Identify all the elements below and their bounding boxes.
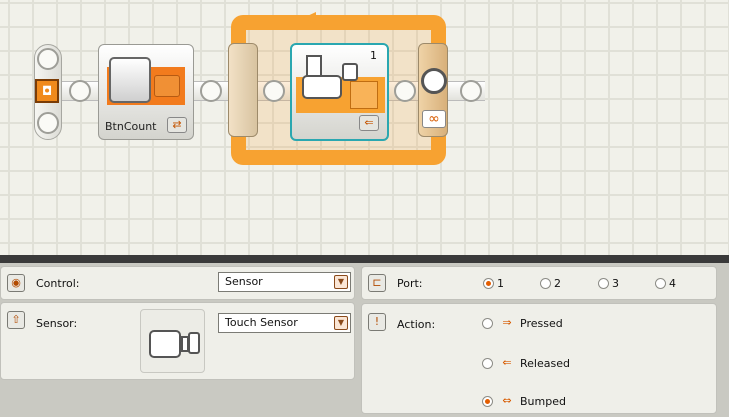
panel-separator <box>0 255 729 263</box>
data-plug-icon <box>350 81 378 109</box>
loop-arrow-icon <box>303 12 316 24</box>
chevron-down-icon: ▼ <box>334 316 348 330</box>
control-row: ◉ Control: Sensor ▼ <box>0 266 355 300</box>
hourglass-icon <box>306 55 322 77</box>
action-label: Action: <box>397 318 436 331</box>
variable-block[interactable]: BtnCount ⇄ <box>98 44 194 140</box>
start-icon[interactable]: ◘ <box>35 79 59 103</box>
sensor-label: Sensor: <box>36 317 78 330</box>
connector-ring <box>200 80 222 102</box>
briefcase-icon <box>109 57 151 103</box>
port-radio-2[interactable] <box>540 278 551 289</box>
sensor-tip-icon <box>188 332 200 354</box>
connector-ring <box>394 80 416 102</box>
connector-ring <box>69 80 91 102</box>
action-radio-bumped[interactable] <box>482 396 493 407</box>
control-dropdown-value: Sensor <box>225 275 263 288</box>
action-row: ! Action: ⇒ Pressed ⇐ Released ⇔ Bumped <box>361 303 717 414</box>
touch-sensor-icon <box>149 330 181 358</box>
chevron-down-icon: ▼ <box>334 275 348 289</box>
touch-sensor-thumbnail <box>140 309 205 373</box>
sensor-arrow-icon: ⇧ <box>7 311 25 329</box>
bumped-icon: ⇔ <box>502 394 512 407</box>
wait-action-icon: ⇐ <box>359 115 379 131</box>
port-option-4: 4 <box>669 277 676 290</box>
program-canvas[interactable]: ◘ BtnCount ⇄ 1 ⇐ ∞ <box>0 0 729 255</box>
data-plug-icon <box>154 75 180 97</box>
action-option-pressed: Pressed <box>520 317 563 330</box>
released-icon: ⇐ <box>502 356 512 369</box>
loop-end-cap[interactable]: ∞ <box>418 43 448 137</box>
connector-ring <box>460 80 482 102</box>
read-write-icon: ⇄ <box>167 117 187 133</box>
connector-ring <box>37 48 59 70</box>
connector-ring <box>37 112 59 134</box>
port-radio-1[interactable] <box>483 278 494 289</box>
action-radio-released[interactable] <box>482 358 493 369</box>
wait-block[interactable]: 1 ⇐ <box>290 43 389 141</box>
variable-block-label: BtnCount <box>105 120 157 133</box>
sensor-dropdown-value: Touch Sensor <box>225 316 298 329</box>
port-row: ⊏ Port: 1 2 3 4 <box>361 266 717 300</box>
loop-cycle-icon <box>421 68 447 94</box>
port-option-3: 3 <box>612 277 619 290</box>
control-dropdown[interactable]: Sensor ▼ <box>218 272 351 292</box>
port-radio-3[interactable] <box>598 278 609 289</box>
sensor-dropdown[interactable]: Touch Sensor ▼ <box>218 313 351 333</box>
port-option-1: 1 <box>497 277 504 290</box>
infinity-icon: ∞ <box>422 110 446 128</box>
port-plug-icon: ⊏ <box>368 274 386 292</box>
touch-sensor-icon <box>302 75 342 99</box>
action-icon: ! <box>368 313 386 331</box>
action-option-released: Released <box>520 357 570 370</box>
port-number-label: 1 <box>370 49 377 62</box>
port-label: Port: <box>397 277 423 290</box>
sensor-button-icon <box>342 63 358 81</box>
port-option-2: 2 <box>554 277 561 290</box>
port-radio-4[interactable] <box>655 278 666 289</box>
eye-icon: ◉ <box>7 274 25 292</box>
action-option-bumped: Bumped <box>520 395 566 408</box>
pressed-icon: ⇒ <box>502 316 512 329</box>
control-label: Control: <box>36 277 80 290</box>
action-radio-pressed[interactable] <box>482 318 493 329</box>
connector-ring <box>263 80 285 102</box>
loop-start-cap[interactable] <box>228 43 258 137</box>
